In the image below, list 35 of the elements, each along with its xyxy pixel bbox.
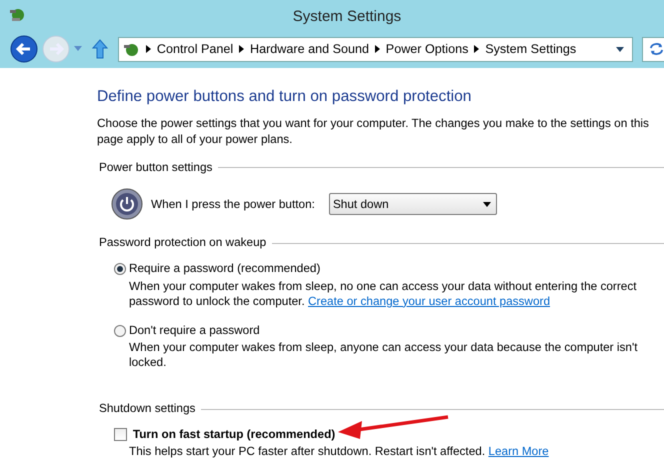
checkbox-label[interactable]: Turn on fast startup (recommended)	[132, 426, 336, 444]
radio-label[interactable]: Require a password (recommended)	[128, 260, 320, 278]
radio-label[interactable]: Don't require a password	[128, 322, 260, 340]
radio-button[interactable]	[114, 324, 126, 337]
field-label: When I press the power button:	[151, 196, 315, 213]
window-title: System Settings	[292, 7, 402, 27]
dropdown-caret-icon[interactable]	[616, 46, 624, 52]
option-description: This helps start your PC faster after shutdown. Restart isn't affected. Learn More	[129, 444, 550, 459]
section-title: Password protection on wakeup	[99, 234, 266, 252]
power-icon	[111, 188, 143, 220]
back-button[interactable]	[10, 35, 38, 63]
power-button-action-dropdown[interactable]: Shut down	[328, 193, 497, 216]
breadcrumb-link[interactable]: Power Options	[386, 40, 468, 58]
chevron-icon	[474, 44, 480, 53]
learn-more-link[interactable]: Learn More	[488, 444, 549, 458]
page-heading: Define power buttons and turn on password protection	[97, 88, 472, 107]
account-password-link[interactable]: Create or change your user account password	[308, 294, 550, 308]
up-button[interactable]	[92, 39, 108, 59]
option-description: When your computer wakes from sleep, no one can access your data without entering the correct password to unlock the computer. Create or change your user account password	[129, 278, 638, 309]
checkbox[interactable]	[114, 428, 127, 442]
section-title: Power button settings	[99, 158, 212, 176]
chevron-icon	[146, 44, 151, 53]
breadcrumb-link[interactable]: Hardware and Sound	[250, 40, 370, 58]
caret-icon	[482, 202, 491, 207]
description-text: Choose the power settings that you want for your computer. The changes you make to the settings on this page apply to all of your power plans.	[97, 114, 650, 147]
breadcrumb-link[interactable]: System Settings	[485, 40, 576, 58]
chevron-icon	[239, 44, 244, 53]
refresh-icon	[649, 42, 664, 56]
address-bar[interactable]: Control Panel Hardware and Sound Power Options System Settings	[118, 36, 633, 62]
section-title: Shutdown settings	[99, 400, 196, 418]
option-description: When your computer wakes from sleep, anyone can access your data because the computer isn't locked.	[129, 340, 638, 370]
breadcrumb-link[interactable]: Control Panel	[156, 40, 234, 58]
radio-button[interactable]	[114, 262, 126, 275]
chevron-icon	[374, 44, 380, 53]
refresh-button[interactable]	[642, 36, 664, 62]
